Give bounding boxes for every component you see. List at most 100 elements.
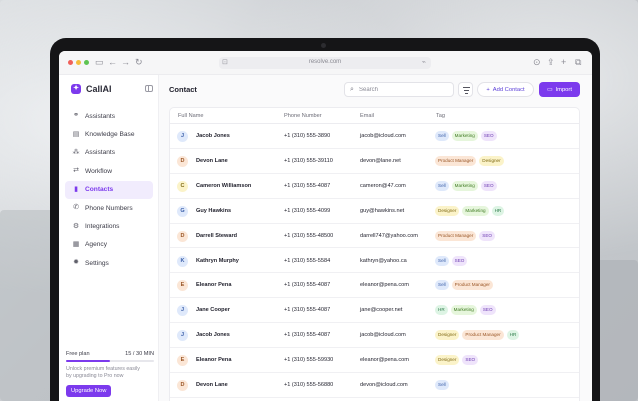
table-row[interactable]: J Jacob Jones +1 (310) 555-4087 jacob@iclou…	[170, 323, 579, 349]
tag-badge[interactable]: Marketing	[451, 180, 478, 191]
contact-email[interactable]: eleanor@pena.com	[360, 282, 409, 288]
tag-badge[interactable]: SEO	[462, 355, 479, 366]
tag-badge[interactable]: SEO	[480, 180, 497, 191]
workflow-icon: ⇄	[73, 167, 79, 175]
share-icon[interactable]: ⇪	[547, 57, 555, 67]
avatar: J	[177, 330, 188, 342]
avatar: J	[177, 305, 188, 317]
link-icon[interactable]: ⌁	[422, 58, 426, 66]
contact-email[interactable]: devon@icloud.com	[360, 382, 408, 388]
sidebar-item-agency[interactable]: ▦ Agency	[65, 236, 153, 254]
avatar: J	[177, 131, 188, 142]
tag-badge[interactable]: Marketing	[450, 305, 477, 316]
table-row[interactable]: C Cameron Williamson +1 (310) 555-4087 came…	[170, 174, 579, 199]
tag-badge[interactable]: SEO	[479, 305, 496, 316]
tag-badge[interactable]: Designer	[435, 355, 460, 366]
avatar: K	[177, 255, 188, 267]
sidebar-item-knowledge-base[interactable]: ▤ Knowledge Base	[65, 125, 153, 143]
maximize-window-button[interactable]	[84, 60, 89, 65]
tag-badge[interactable]: Product Manager	[451, 280, 493, 291]
table-row[interactable]: D Darrell Steward +1 (310) 555-48500 darrel…	[170, 224, 579, 249]
contact-tags: Product Manager Designer	[435, 155, 504, 166]
close-window-button[interactable]	[68, 60, 73, 65]
contact-email[interactable]: kathryn@yahoo.ca	[360, 258, 407, 264]
tag-badge[interactable]: Marketing	[462, 205, 489, 216]
tag-badge[interactable]: Sell	[435, 380, 449, 390]
table-row[interactable]: G Guy Hawkins +1 (310) 555-4099 guy@hawkins…	[170, 199, 579, 224]
tag-badge[interactable]: Sell	[435, 180, 449, 191]
book-icon: ▤	[72, 130, 80, 138]
upgrade-now-button[interactable]: Upgrade Now	[66, 385, 112, 398]
tag-badge[interactable]: Sell	[435, 280, 449, 291]
contact-email[interactable]: guy@hawkins.net	[360, 208, 404, 214]
contact-name: Jane Cooper	[196, 307, 230, 314]
tag-badge[interactable]: Sell	[435, 255, 449, 266]
sidebar-item-integrations[interactable]: ⚙ Integrations	[65, 217, 153, 235]
tag-badge[interactable]: HR	[491, 205, 505, 216]
column-header-email[interactable]: Email	[360, 113, 374, 119]
table-row[interactable]: K Kathryn Murphy +1 (310) 555-5584 kathryn@…	[170, 249, 579, 274]
sidebar-toggle-icon[interactable]: ▭	[95, 57, 104, 67]
tag-badge[interactable]: HR	[506, 330, 520, 341]
contact-email[interactable]: cameron@47.com	[360, 183, 406, 189]
tag-badge[interactable]: Designer	[435, 205, 460, 216]
sidebar-item-workflow[interactable]: ⇄ Workflow	[65, 162, 153, 180]
tag-badge[interactable]: SEO	[451, 255, 468, 266]
tag-badge[interactable]: Product Manager	[435, 230, 477, 241]
sidebar-item-settings[interactable]: ✹ Settings	[65, 254, 153, 272]
contact-tags: Sell Marketing SEO	[435, 131, 497, 141]
sidebar-item-contacts[interactable]: ▮ Contacts	[65, 180, 153, 199]
table-row[interactable]: J Jane Cooper +1 (310) 555-4087 jane@cooper…	[170, 298, 579, 324]
contact-email[interactable]: darrell747@yahoo.com	[360, 233, 418, 239]
table-row[interactable]: D Devon Lane +1 (310) 555-56880 devon@iclou…	[170, 373, 579, 398]
contact-name: Jacob Jones	[196, 332, 230, 339]
minimize-window-button[interactable]	[76, 60, 81, 65]
back-arrow-icon[interactable]: ←	[108, 57, 117, 67]
add-contact-button[interactable]: + Add Contact	[477, 82, 534, 97]
sidebar-item-assistants[interactable]: ⁂ Assistants	[65, 144, 153, 162]
sidebar-item-phone-numbers[interactable]: ✆ Phone Numbers	[65, 199, 153, 217]
tag-badge[interactable]: SEO	[479, 230, 495, 241]
filter-button[interactable]	[458, 82, 473, 97]
contact-phone: +1 (310) 555-59930	[284, 357, 334, 364]
contact-email[interactable]: jacob@icloud.com	[360, 133, 406, 139]
contact-email[interactable]: jane@cooper.net	[360, 307, 402, 313]
tag-badge[interactable]: Designer	[479, 155, 504, 166]
address-bar[interactable]: ⊡ resolve.com ⌁	[219, 57, 431, 69]
search-box[interactable]: ⌕	[344, 82, 454, 97]
tab-overview-icon[interactable]: ⧉	[575, 57, 581, 67]
background-furniture-left	[0, 210, 55, 401]
forward-arrow-icon[interactable]: →	[121, 57, 130, 67]
contact-tags: Sell SEO	[435, 255, 468, 266]
table-row[interactable]: E Eleanor Pena +1 (310) 555-59930 eleanor@p…	[170, 348, 579, 373]
contact-email[interactable]: jacob@icloud.com	[360, 332, 406, 338]
contact-email[interactable]: eleanor@pena.com	[360, 357, 409, 363]
app-logo[interactable]: ✦ CallAI	[71, 84, 112, 94]
table-row[interactable]: D Devon Lane +1 (310) 555-39110 devon@lane.…	[170, 149, 579, 174]
tag-badge[interactable]: Sell	[435, 131, 449, 141]
sidebar-item-assistants[interactable]: ⚭ Assistants	[65, 107, 153, 125]
contact-email[interactable]: devon@lane.net	[360, 158, 401, 164]
column-header-phone[interactable]: Phone Number	[284, 113, 322, 119]
tag-badge[interactable]: SEO	[480, 131, 497, 141]
collapse-sidebar-icon[interactable]	[145, 85, 153, 92]
reload-icon[interactable]: ↻	[135, 57, 143, 67]
tag-badge[interactable]: HR	[435, 305, 448, 316]
avatar: D	[177, 155, 188, 167]
tag-badge[interactable]: Designer	[435, 330, 460, 341]
tag-badge[interactable]: Product Manager	[462, 330, 504, 341]
download-icon[interactable]: ⊙	[533, 57, 541, 67]
table-row[interactable]: E Eleanor Pena +1 (310) 555-4087 eleanor@pe…	[170, 273, 579, 299]
contact-phone: +1 (310) 555-5584	[284, 257, 331, 264]
table-row[interactable]: J Jacob Jones +1 (310) 555-3890 jacob@iclou…	[170, 124, 579, 149]
column-header-full-name[interactable]: Full Name	[178, 113, 204, 119]
folder-icon: ▭	[547, 86, 553, 93]
integrations-icon: ⚙	[72, 222, 80, 230]
column-header-tag[interactable]: Tag	[436, 113, 445, 119]
new-tab-icon[interactable]: +	[561, 57, 566, 67]
search-input[interactable]	[359, 85, 449, 95]
search-icon: ⌕	[350, 86, 354, 93]
tag-badge[interactable]: Product Manager	[435, 155, 477, 166]
tag-badge[interactable]: Marketing	[451, 131, 478, 141]
import-button[interactable]: ▭ Import	[539, 82, 580, 97]
